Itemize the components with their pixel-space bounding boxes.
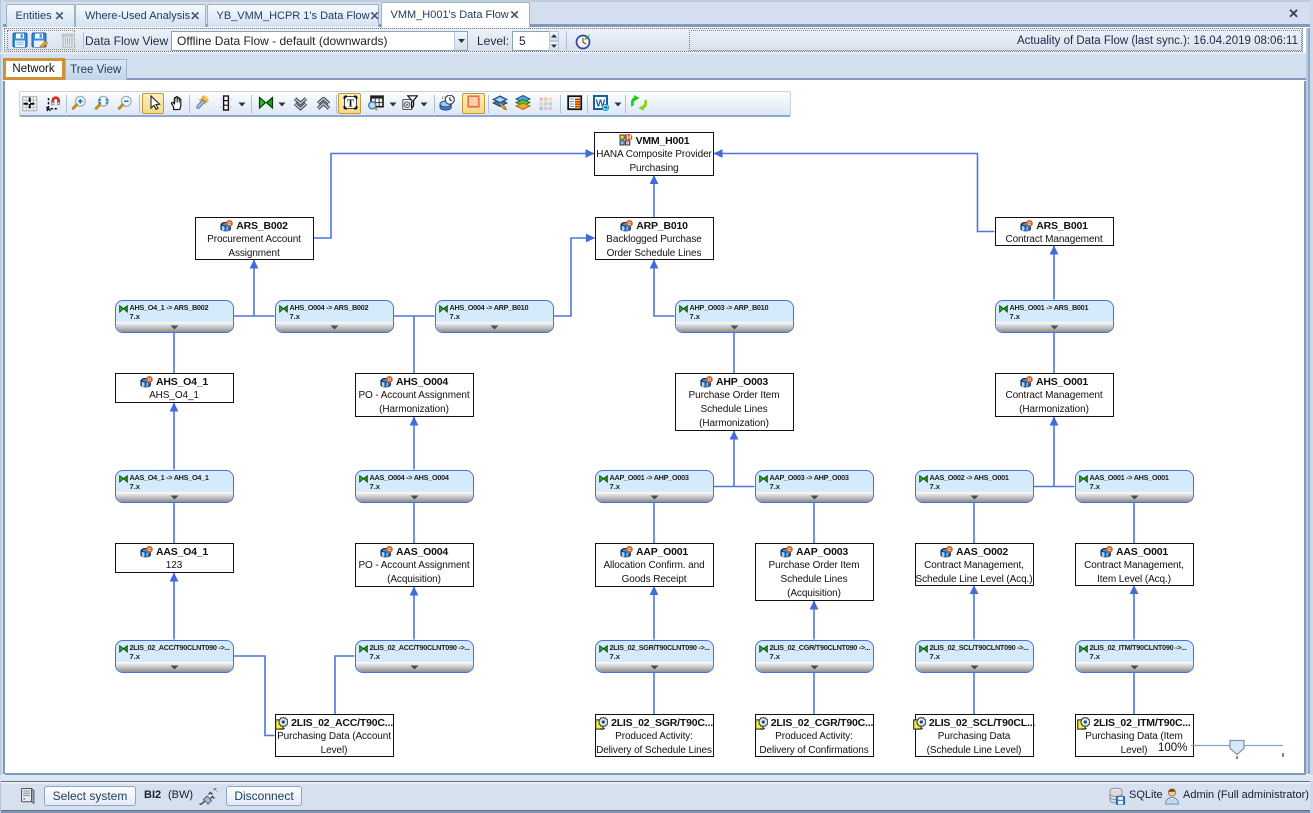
svg-text:H: H [626,136,630,142]
